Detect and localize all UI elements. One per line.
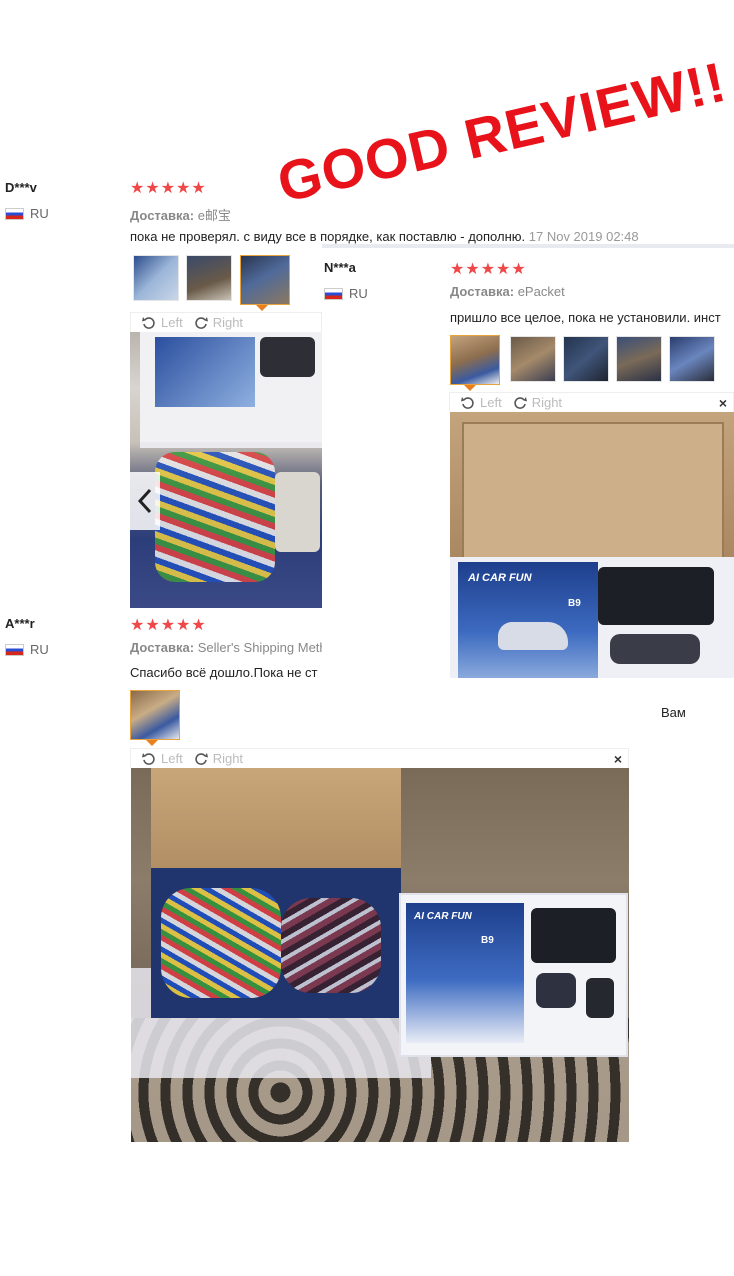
box-lid-inner — [151, 768, 401, 878]
review-body: Спасибо всё дошло.Пока не ст — [130, 665, 318, 680]
russia-flag-icon — [5, 207, 24, 220]
wire-harness — [161, 888, 281, 998]
card-divider — [322, 244, 734, 248]
rotate-left-icon — [142, 752, 155, 765]
shipping-value: ePacket — [517, 284, 565, 299]
shipping-info: Доставка: Seller's Shipping Meth — [130, 640, 322, 655]
lcd-remote — [536, 973, 576, 1008]
reviewer-country: RU — [5, 642, 49, 657]
review-thumbnail[interactable] — [669, 336, 715, 382]
review-date: 17 Nov 2019 02:48 — [528, 229, 639, 244]
reviewer-name: A***r — [5, 616, 35, 631]
wire-harness-2 — [281, 898, 381, 993]
review-photo[interactable] — [130, 332, 322, 608]
rotate-right-label: Right — [531, 395, 563, 410]
country-code: RU — [349, 286, 368, 301]
close-icon[interactable]: × — [719, 395, 727, 411]
car-image — [498, 622, 568, 650]
rotate-right-icon — [194, 752, 208, 765]
remote-pack — [275, 472, 320, 552]
rotate-right-label: Right — [212, 315, 244, 330]
shipping-label: Доставка: — [450, 284, 515, 299]
brand-label: AI CAR FUN — [414, 911, 472, 922]
review-thumbnail-selected[interactable] — [130, 690, 180, 740]
selected-indicator-icon — [146, 740, 158, 746]
shipping-label: Доставка: — [130, 640, 195, 655]
review-thumbnail-selected[interactable] — [450, 335, 500, 385]
good-review-banner: GOOD REVIEW!! — [271, 49, 732, 215]
rotate-right-icon — [194, 316, 208, 329]
model-label: B9 — [481, 935, 494, 946]
rotate-left-icon — [461, 396, 474, 409]
shipping-info: Доставка: e邮宝 — [130, 205, 231, 224]
review-thumbnail-selected[interactable] — [240, 255, 290, 305]
product-box-art — [155, 337, 255, 407]
image-toolbar: Left Right × — [130, 748, 629, 768]
rotate-left-label: Left — [480, 395, 502, 410]
review-body: пока не проверял. с виду все в порядке, … — [130, 229, 526, 244]
rotate-left-button[interactable]: Left — [460, 395, 502, 411]
key-remote — [586, 978, 614, 1018]
review-thumbnail[interactable] — [133, 255, 179, 301]
shipping-info: Доставка: ePacket — [450, 284, 565, 299]
reviewer-country: RU — [5, 206, 49, 221]
country-code: RU — [30, 206, 49, 221]
image-toolbar: Left Right — [130, 312, 322, 332]
rotate-left-label: Left — [161, 751, 183, 766]
reviewer-country: RU — [324, 286, 368, 301]
rotate-right-label: Right — [212, 751, 244, 766]
box-artwork: AI CAR FUN B9 — [458, 562, 598, 678]
box-lid-panel — [462, 422, 724, 561]
rotate-left-icon — [142, 316, 155, 329]
brand-label: AI CAR FUN — [468, 572, 532, 584]
rotate-right-icon — [513, 396, 527, 409]
rating-stars: ★★★★★ — [450, 261, 527, 278]
close-icon[interactable]: × — [614, 751, 622, 767]
alarm-module — [260, 337, 315, 377]
shipping-value: e邮宝 — [197, 208, 231, 223]
rotate-right-button[interactable]: Right — [193, 315, 243, 331]
selected-indicator-icon — [256, 305, 268, 311]
rotate-left-button[interactable]: Left — [141, 751, 183, 767]
review-photo[interactable]: AI CAR FUN B9 — [131, 768, 629, 1142]
alarm-unit — [531, 908, 616, 963]
reviewer-name: N***a — [324, 260, 356, 275]
review-thumbnail[interactable] — [186, 255, 232, 301]
alarm-unit — [598, 567, 714, 625]
review-photo[interactable]: AI CAR FUN B9 — [450, 412, 734, 678]
selected-indicator-icon — [464, 385, 476, 391]
review-thumbnail[interactable] — [510, 336, 556, 382]
russia-flag-icon — [324, 287, 343, 300]
review-thumbnail[interactable] — [563, 336, 609, 382]
box-artwork: AI CAR FUN B9 — [406, 903, 524, 1043]
rating-stars: ★★★★★ — [130, 180, 207, 197]
rating-stars: ★★★★★ — [130, 617, 207, 634]
rotate-right-button[interactable]: Right — [512, 395, 562, 411]
review-body: пришло все целое, пока не установили. ин… — [450, 310, 721, 325]
seller-reply-text: Вам — [661, 705, 686, 720]
model-label: B9 — [568, 598, 581, 609]
prev-image-button[interactable] — [130, 472, 160, 530]
russia-flag-icon — [5, 643, 24, 656]
review-thumbnail[interactable] — [616, 336, 662, 382]
rotate-right-button[interactable]: Right — [193, 751, 243, 767]
rotate-left-label: Left — [161, 315, 183, 330]
shipping-value: Seller's Shipping Meth — [197, 640, 322, 655]
country-code: RU — [30, 642, 49, 657]
rotate-left-button[interactable]: Left — [141, 315, 183, 331]
chevron-left-icon — [137, 488, 152, 514]
shipping-label: Доставка: — [130, 208, 195, 223]
reviewer-name: D***v — [5, 180, 37, 195]
lcd-remote — [610, 634, 700, 664]
image-toolbar: Left Right × — [449, 392, 734, 412]
review-text: пока не проверял. с виду все в порядке, … — [130, 229, 730, 244]
wire-harness — [155, 452, 275, 582]
